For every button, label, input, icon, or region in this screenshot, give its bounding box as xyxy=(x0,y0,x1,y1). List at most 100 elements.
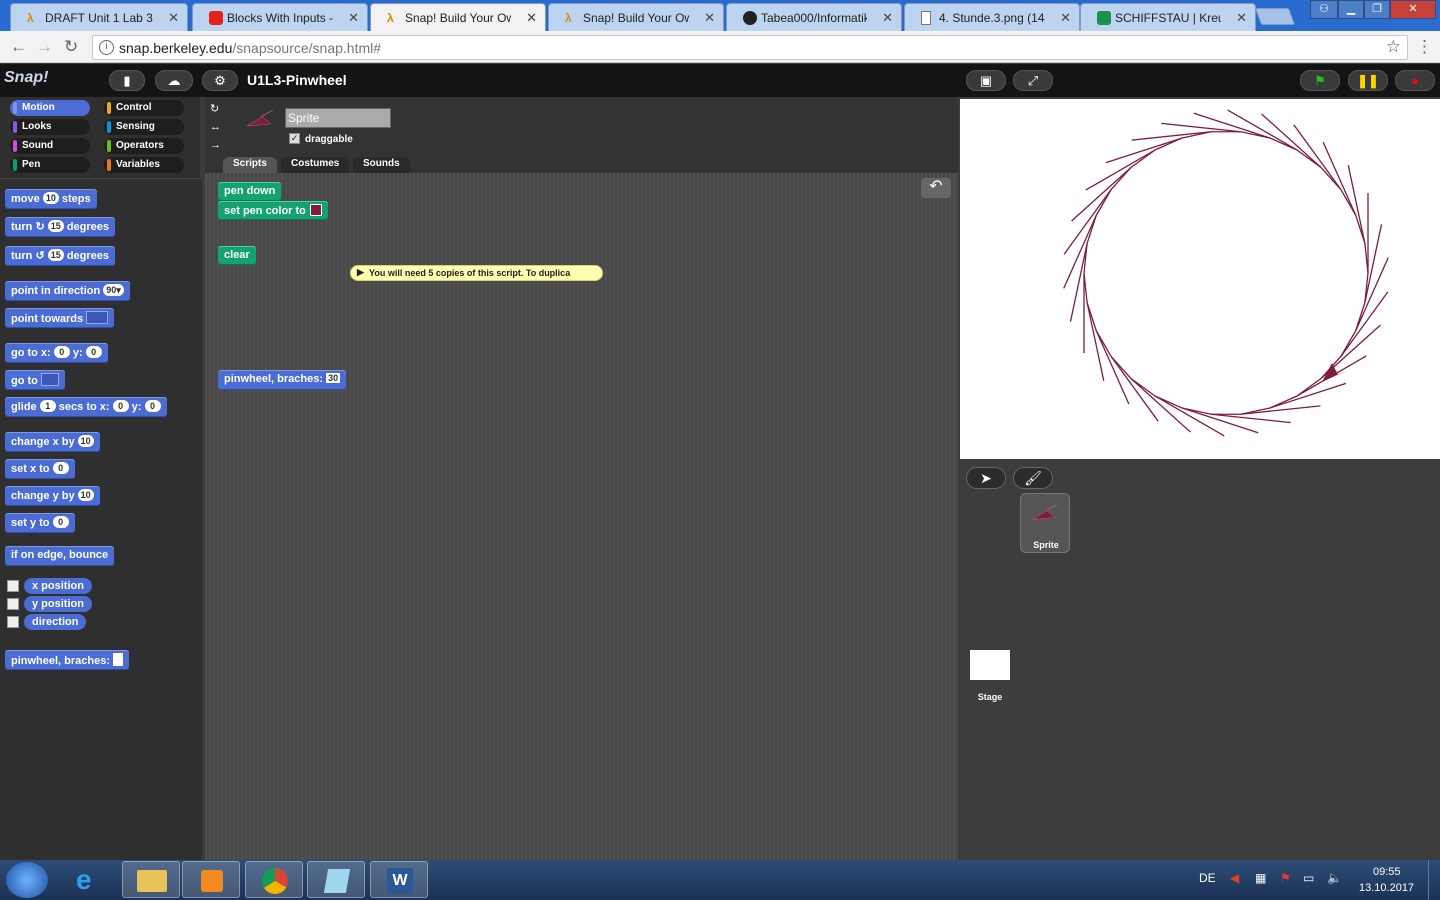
collapse-triangle-icon[interactable]: ▶ xyxy=(357,267,364,278)
presentation-mode-button[interactable]: ⤢ xyxy=(1013,70,1053,91)
media-player-icon[interactable] xyxy=(182,861,240,898)
direction-slot[interactable]: 90▾ xyxy=(103,284,124,296)
display-icon[interactable]: ▭ xyxy=(1303,871,1314,885)
volume-icon[interactable]: 🔈 xyxy=(1327,871,1342,885)
secs-slot[interactable]: 1 xyxy=(39,400,56,412)
stage-thumbnail[interactable] xyxy=(970,650,1010,680)
rotation-none-icon[interactable]: → xyxy=(210,139,221,151)
scripts-area[interactable]: ↶ pen down set pen color to clear ▶ You … xyxy=(205,173,958,860)
network-icon[interactable]: ▦ xyxy=(1255,871,1266,885)
category-operators[interactable]: Operators xyxy=(104,138,184,154)
close-icon[interactable]: ✕ xyxy=(526,10,537,26)
minimize-button[interactable]: ▁ xyxy=(1338,0,1364,19)
number-slot[interactable]: 0 xyxy=(52,462,69,474)
glide-block[interactable]: glide 1 secs to x: 0 y: 0 xyxy=(5,397,167,417)
move-block[interactable]: move 10 steps xyxy=(5,189,97,209)
change-y-block[interactable]: change y by 10 xyxy=(5,486,100,506)
file-menu-button[interactable]: ▮ xyxy=(109,70,145,91)
stage[interactable] xyxy=(960,99,1440,459)
snap-logo[interactable]: Snap! xyxy=(4,69,48,87)
info-icon[interactable]: i xyxy=(99,40,114,55)
point-in-direction-block[interactable]: point in direction 90▾ xyxy=(5,281,130,301)
set-pen-color-block[interactable]: set pen color to xyxy=(218,201,328,220)
browser-tab-4[interactable]: λ Snap! Build Your Own ✕ xyxy=(548,3,724,31)
new-tab-button[interactable] xyxy=(1254,8,1296,25)
x-slot[interactable]: 0 xyxy=(112,400,129,412)
internet-explorer-icon[interactable]: e xyxy=(62,861,120,898)
set-y-block[interactable]: set y to 0 xyxy=(5,513,75,533)
number-slot[interactable]: 15 xyxy=(47,220,64,232)
word-icon[interactable]: W xyxy=(370,861,428,898)
clock-date[interactable]: 13.10.2017 xyxy=(1359,882,1414,894)
turn-ccw-block[interactable]: turn ↺ 15 degrees xyxy=(5,246,116,266)
category-pen[interactable]: Pen xyxy=(10,157,90,173)
pinwheel-script-block[interactable]: pinwheel, braches: 30 xyxy=(218,370,347,390)
action-center-icon[interactable]: ⚑ xyxy=(1280,871,1291,885)
close-icon[interactable]: ✕ xyxy=(1060,10,1071,26)
category-sound[interactable]: Sound xyxy=(10,138,90,154)
user-icon[interactable]: ⚇ xyxy=(1310,0,1338,19)
category-motion[interactable]: Motion xyxy=(10,100,90,116)
turtle-sprite-button[interactable]: ➤ xyxy=(966,467,1006,489)
draggable-checkbox[interactable]: ✓ xyxy=(289,133,300,144)
direction-reporter[interactable]: direction xyxy=(24,614,87,630)
close-icon[interactable]: ✕ xyxy=(348,10,359,26)
rotation-full-icon[interactable]: ↻ xyxy=(210,102,219,115)
alert-icon[interactable]: ◀ xyxy=(1230,871,1239,885)
set-x-block[interactable]: set x to 0 xyxy=(5,459,75,479)
close-icon[interactable]: ✕ xyxy=(1236,10,1247,26)
y-slot[interactable]: 0 xyxy=(85,346,102,358)
branches-slot[interactable]: 30 xyxy=(326,373,341,383)
go-to-block[interactable]: go to xyxy=(5,370,65,390)
paint-new-sprite-button[interactable]: 🖌 xyxy=(1013,467,1053,489)
input-slot[interactable] xyxy=(113,653,124,666)
x-position-reporter[interactable]: x position xyxy=(24,578,92,594)
category-variables[interactable]: Variables xyxy=(104,157,184,173)
browser-tab-1[interactable]: λ DRAFT Unit 1 Lab 3: M ✕ xyxy=(10,3,188,31)
clock-time[interactable]: 09:55 xyxy=(1373,866,1401,878)
browser-tab-2[interactable]: Blocks With Inputs - Y ✕ xyxy=(192,3,368,31)
turn-cw-block[interactable]: turn ↻ 15 degrees xyxy=(5,217,116,237)
address-bar[interactable]: i snap.berkeley.edu/snapsource/snap.html… xyxy=(92,35,1408,60)
stop-button[interactable]: ● xyxy=(1395,70,1435,91)
pinwheel-custom-block[interactable]: pinwheel, braches: xyxy=(5,650,130,670)
browser-tab-3[interactable]: λ Snap! Build Your Own ✕ xyxy=(370,3,546,32)
bounce-block[interactable]: if on edge, bounce xyxy=(5,546,115,566)
forward-icon[interactable]: → xyxy=(36,37,53,57)
number-slot[interactable]: 0 xyxy=(52,516,69,528)
direction-checkbox[interactable] xyxy=(7,616,19,628)
star-icon[interactable]: ☆ xyxy=(1386,37,1401,57)
x-position-checkbox[interactable] xyxy=(7,580,19,592)
start-button[interactable] xyxy=(6,862,48,898)
tab-scripts[interactable]: Scripts xyxy=(223,157,277,173)
sprite-thumbnail[interactable]: Sprite xyxy=(1020,493,1070,553)
reload-icon[interactable]: ↻ xyxy=(64,37,78,57)
go-to-xy-block[interactable]: go to x: 0 y: 0 xyxy=(5,343,108,363)
menu-icon[interactable]: ⋮ xyxy=(1416,37,1433,57)
dropdown-slot[interactable] xyxy=(86,311,109,324)
category-control[interactable]: Control xyxy=(104,100,184,116)
rotation-flip-icon[interactable]: ↔ xyxy=(210,121,221,133)
browser-tab-6[interactable]: 4. Stunde.3.png (1440 ✕ xyxy=(904,3,1080,31)
y-position-reporter[interactable]: y position xyxy=(24,596,92,612)
pen-down-block[interactable]: pen down xyxy=(218,182,282,201)
green-flag-button[interactable]: ⚑ xyxy=(1300,70,1340,91)
show-desktop-button[interactable] xyxy=(1428,860,1440,900)
close-icon[interactable]: ✕ xyxy=(704,10,715,26)
tab-sounds[interactable]: Sounds xyxy=(353,157,410,173)
undo-button[interactable]: ↶ xyxy=(921,178,951,198)
category-looks[interactable]: Looks xyxy=(10,119,90,135)
close-window-button[interactable]: ✕ xyxy=(1390,0,1436,19)
file-explorer-icon[interactable] xyxy=(122,861,180,898)
number-slot[interactable]: 10 xyxy=(77,435,94,447)
sprite-name-input[interactable] xyxy=(285,108,391,128)
browser-tab-5[interactable]: Tabea000/Informatik- ✕ xyxy=(726,3,902,31)
notes-app-icon[interactable] xyxy=(307,861,365,898)
number-slot[interactable]: 10 xyxy=(77,489,94,501)
close-icon[interactable]: ✕ xyxy=(168,10,179,26)
pause-button[interactable]: ❚❚ xyxy=(1348,70,1388,91)
point-towards-block[interactable]: point towards xyxy=(5,308,115,328)
restore-button[interactable]: ❐ xyxy=(1364,0,1390,19)
chrome-icon[interactable] xyxy=(245,861,303,898)
number-slot[interactable]: 10 xyxy=(42,192,59,204)
